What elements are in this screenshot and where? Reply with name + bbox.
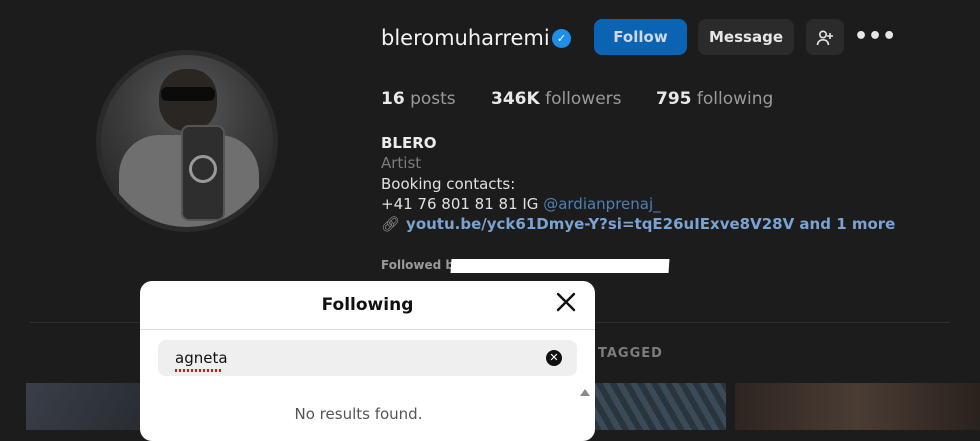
avatar[interactable] bbox=[101, 55, 273, 227]
search-input[interactable] bbox=[175, 348, 535, 368]
posts-label: posts bbox=[410, 89, 456, 109]
post-thumbnail[interactable] bbox=[735, 383, 980, 430]
scrollbar-up-arrow[interactable] bbox=[580, 389, 590, 396]
avatar-phone-ring bbox=[189, 155, 217, 183]
spellcheck-underline bbox=[175, 369, 223, 372]
bio-category: Artist bbox=[381, 154, 422, 172]
add-user-icon bbox=[816, 29, 833, 45]
stat-posts: 16 posts bbox=[381, 89, 456, 109]
more-options-button[interactable]: ••• bbox=[854, 25, 896, 49]
clear-search-button[interactable]: ✕ bbox=[546, 350, 562, 366]
avatar-sunglasses bbox=[161, 87, 215, 101]
bio-line-booking: Booking contacts: bbox=[381, 175, 516, 193]
tab-tagged[interactable]: TAGGED bbox=[598, 346, 663, 361]
verified-badge-icon: ✓ bbox=[552, 29, 571, 48]
following-dialog: Following ✕ No results found. bbox=[140, 281, 595, 441]
more-icon: ••• bbox=[854, 24, 897, 49]
following-label: following bbox=[696, 89, 774, 109]
stat-followers[interactable]: 346K followers bbox=[491, 89, 622, 109]
bio-name: BLERO bbox=[381, 134, 437, 152]
bio-line-contact: +41 76 801 81 81 IG @ardianprenaj_ bbox=[381, 195, 661, 213]
add-user-button[interactable] bbox=[806, 19, 844, 55]
message-button[interactable]: Message bbox=[698, 19, 794, 55]
stat-following[interactable]: 795 following bbox=[656, 89, 773, 109]
follow-button[interactable]: Follow bbox=[594, 19, 687, 55]
clear-icon: ✕ bbox=[549, 351, 559, 364]
posts-count: 16 bbox=[381, 89, 405, 109]
following-count: 795 bbox=[656, 89, 692, 109]
link-chain-icon: 🔗︎ bbox=[381, 215, 401, 233]
profile-username: bleromuharremi bbox=[381, 26, 550, 50]
bio-phone: +41 76 801 81 81 IG bbox=[381, 195, 544, 213]
search-box: ✕ bbox=[158, 340, 577, 376]
close-icon bbox=[556, 292, 576, 312]
followers-label: followers bbox=[545, 89, 622, 109]
bio-link-text: youtu.be/yck61Dmye-Y?si=tqE26uIExve8V28V… bbox=[406, 215, 896, 233]
dialog-title: Following bbox=[321, 295, 414, 315]
close-button[interactable] bbox=[553, 291, 579, 317]
bio-external-link[interactable]: 🔗︎ youtu.be/yck61Dmye-Y?si=tqE26uIExve8V2… bbox=[381, 215, 895, 233]
no-results-message: No results found. bbox=[294, 405, 423, 423]
dialog-header-divider bbox=[140, 329, 595, 330]
bio-mention-link[interactable]: @ardianprenaj_ bbox=[543, 195, 660, 213]
followers-count: 346K bbox=[491, 89, 540, 109]
redaction-bar bbox=[450, 259, 670, 273]
